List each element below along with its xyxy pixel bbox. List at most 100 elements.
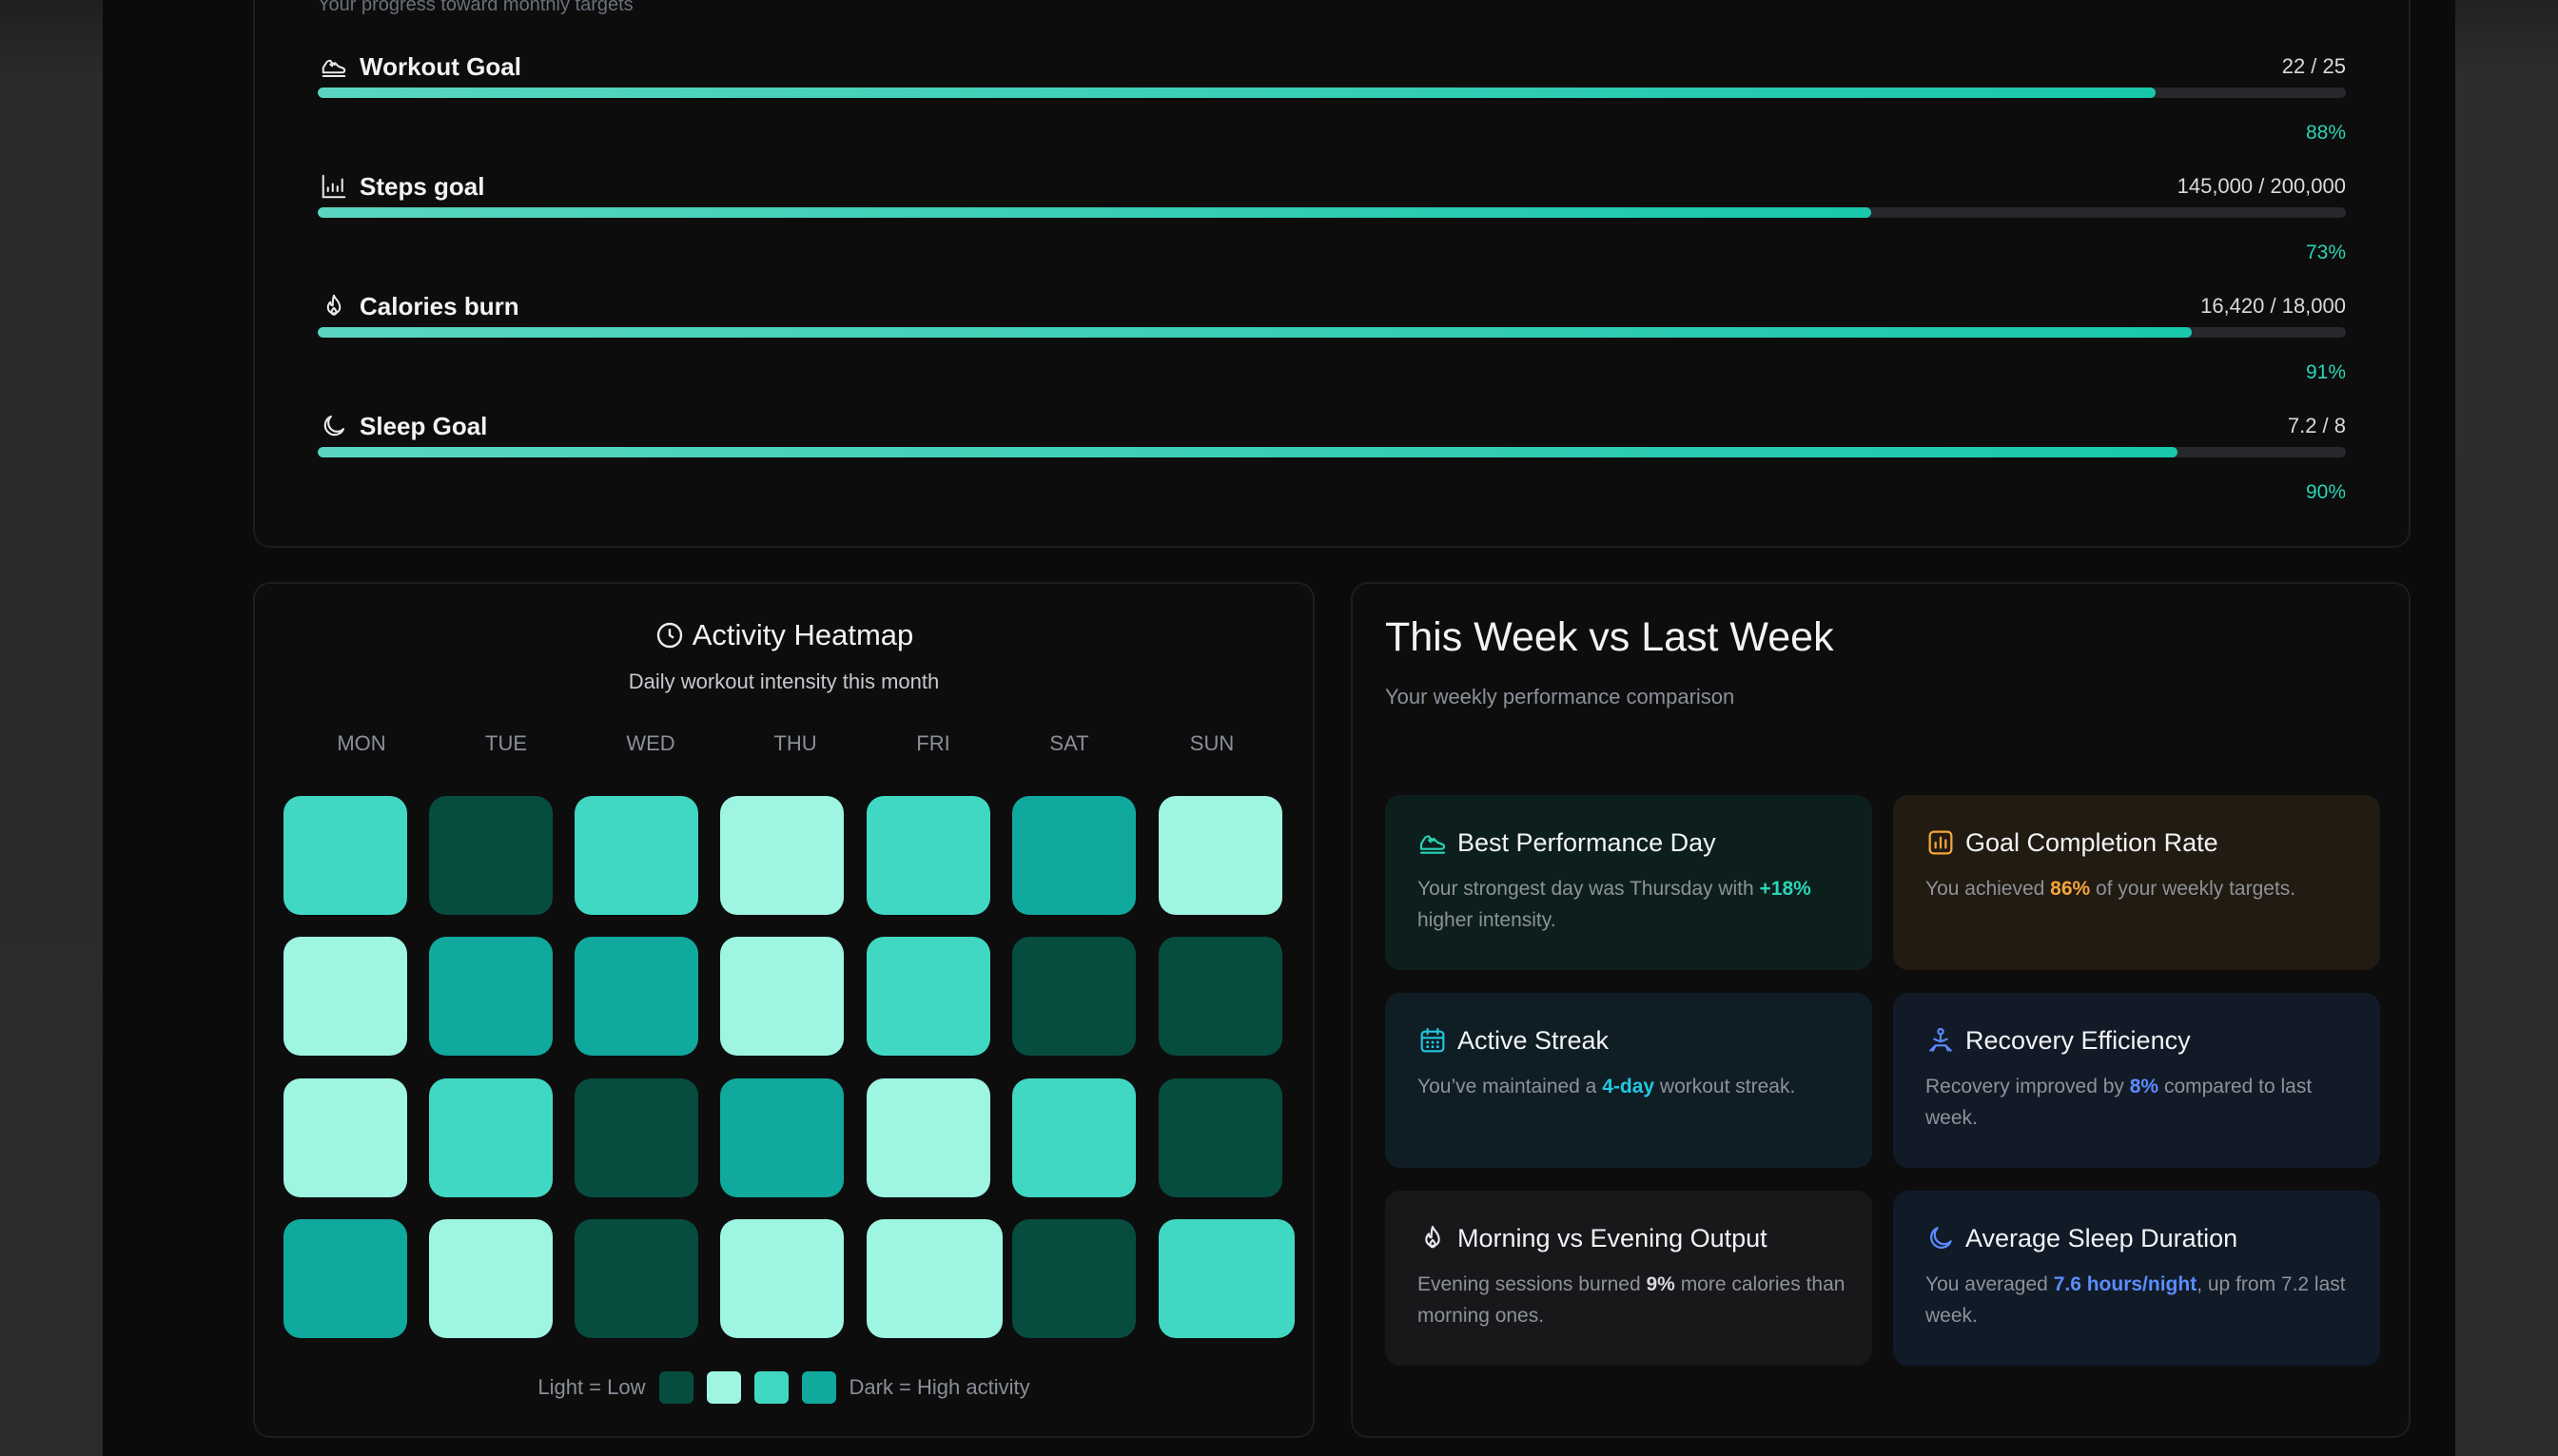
heatmap-title-row: Activity Heatmap xyxy=(255,618,1313,652)
moon-icon xyxy=(318,410,350,442)
tile-text-pre: Recovery improved by xyxy=(1925,1076,2130,1097)
week-comparison-card: This Week vs Last Week Your weekly perfo… xyxy=(1351,582,2411,1438)
tile-text-pre: You’ve maintained a xyxy=(1417,1076,1603,1097)
goal-row: Steps goal 145,000 / 200,000 73% xyxy=(318,169,2346,289)
goal-percent: 88% xyxy=(2305,122,2346,144)
insight-tile[interactable]: Average Sleep Duration You averaged 7.6 … xyxy=(1893,1191,2380,1366)
heatmap-cell[interactable] xyxy=(283,1219,407,1338)
goal-percent: 90% xyxy=(2305,481,2346,503)
heatmap-cell[interactable] xyxy=(720,1078,844,1197)
insight-tile[interactable]: Recovery Efficiency Recovery improved by… xyxy=(1893,993,2380,1168)
bar-chart-icon xyxy=(1925,827,1956,858)
shoe-icon xyxy=(318,50,350,83)
insight-tile[interactable]: Best Performance Day Your strongest day … xyxy=(1385,795,1872,970)
tile-description: Evening sessions burned 9% more calories… xyxy=(1417,1269,1845,1331)
tile-highlight: 7.6 hours/night xyxy=(2053,1273,2197,1295)
heatmap-cell[interactable] xyxy=(575,1078,698,1197)
heatmap-cell[interactable] xyxy=(867,1078,990,1197)
heatmap-cell[interactable] xyxy=(1012,937,1136,1056)
goal-value: 145,000 / 200,000 xyxy=(2177,174,2346,198)
legend-swatch xyxy=(801,1371,836,1404)
calendar-icon xyxy=(1417,1025,1448,1056)
heatmap-cell[interactable] xyxy=(1159,937,1282,1056)
tile-text-post: of your weekly targets. xyxy=(2090,878,2296,900)
heatmap-cell[interactable] xyxy=(429,1078,553,1197)
heatmap-cell[interactable] xyxy=(1159,1078,1282,1197)
goals-subtitle: Your progress toward monthly targets xyxy=(318,0,634,15)
goal-header: Sleep Goal 7.2 / 8 xyxy=(318,409,2346,443)
heatmap-cell[interactable] xyxy=(575,796,698,915)
flame-icon xyxy=(1417,1223,1448,1253)
heatmap-cell[interactable] xyxy=(429,796,553,915)
flame-icon xyxy=(318,290,350,322)
heatmap-cell[interactable] xyxy=(1159,1219,1295,1338)
insight-tile[interactable]: Goal Completion Rate You achieved 86% of… xyxy=(1893,795,2380,970)
tile-header: Recovery Efficiency xyxy=(1925,1025,2191,1056)
heatmap-day-labels: MON TUE WED THU FRI SAT SUN xyxy=(283,731,1301,760)
legend-swatch xyxy=(706,1371,741,1404)
heatmap-day-label: SAT xyxy=(1049,731,1089,755)
heatmap-cell[interactable] xyxy=(575,937,698,1056)
heatmap-cell[interactable] xyxy=(575,1219,698,1338)
goal-progress-track xyxy=(318,87,2346,98)
comparison-subtitle: Your weekly performance comparison xyxy=(1385,685,1735,709)
heatmap-cell[interactable] xyxy=(867,796,990,915)
heatmap-day-label: FRI xyxy=(916,731,950,755)
heatmap-cell[interactable] xyxy=(867,937,990,1056)
goal-progress-fill xyxy=(318,207,1872,218)
goal-progress-track xyxy=(318,207,2346,218)
tile-highlight: +18% xyxy=(1759,878,1811,900)
heatmap-cell[interactable] xyxy=(283,937,407,1056)
heatmap-cell[interactable] xyxy=(720,1219,844,1338)
tile-title: Recovery Efficiency xyxy=(1965,1025,2191,1055)
tile-description: You’ve maintained a 4-day workout streak… xyxy=(1417,1071,1845,1102)
heatmap-cell[interactable] xyxy=(1012,796,1136,915)
tile-highlight: 4-day xyxy=(1602,1076,1655,1097)
heatmap-cell[interactable] xyxy=(720,937,844,1056)
goal-header: Calories burn 16,420 / 18,000 xyxy=(318,289,2346,323)
tile-title: Average Sleep Duration xyxy=(1965,1223,2238,1252)
insight-tile[interactable]: Morning vs Evening Output Evening sessio… xyxy=(1385,1191,1872,1366)
legend-low-label: Light = Low xyxy=(537,1375,646,1399)
goal-percent: 73% xyxy=(2305,242,2346,263)
heatmap-day-label: WED xyxy=(626,731,675,755)
heatmap-cell[interactable] xyxy=(429,937,553,1056)
tile-text-pre: You achieved xyxy=(1925,878,2051,900)
comparison-title: This Week vs Last Week xyxy=(1385,614,1834,660)
heatmap-cell[interactable] xyxy=(429,1219,553,1338)
heatmap-cell[interactable] xyxy=(720,796,844,915)
goal-value: 7.2 / 8 xyxy=(2287,414,2346,437)
goal-progress-fill xyxy=(318,447,2178,457)
tile-text-pre: Your strongest day was Thursday with xyxy=(1417,878,1760,900)
tile-header: Average Sleep Duration xyxy=(1925,1223,2237,1253)
tile-title: Goal Completion Rate xyxy=(1965,827,2218,857)
heatmap-cell[interactable] xyxy=(1012,1078,1136,1197)
heatmap-cell[interactable] xyxy=(283,796,407,915)
tile-text-post: higher intensity. xyxy=(1417,909,1556,931)
tile-title: Active Streak xyxy=(1457,1025,1610,1055)
goal-label: Calories burn xyxy=(360,291,519,320)
heatmap-cell[interactable] xyxy=(283,1078,407,1197)
goal-row: Sleep Goal 7.2 / 8 90% xyxy=(318,409,2346,529)
insight-tile[interactable]: Active Streak You’ve maintained a 4-day … xyxy=(1385,993,1872,1168)
goal-progress-track xyxy=(318,447,2346,457)
tile-highlight: 9% xyxy=(1646,1273,1675,1295)
meditation-icon xyxy=(1925,1025,1956,1056)
heatmap-cell[interactable] xyxy=(1159,796,1282,915)
legend-high-label: Dark = High activity xyxy=(849,1375,1030,1399)
tile-description: Recovery improved by 8% compared to last… xyxy=(1925,1071,2353,1134)
goal-label: Sleep Goal xyxy=(360,411,488,440)
tile-title: Morning vs Evening Output xyxy=(1457,1223,1767,1252)
tile-highlight: 8% xyxy=(2129,1076,2159,1097)
legend-swatch xyxy=(658,1371,693,1404)
tile-header: Morning vs Evening Output xyxy=(1417,1223,1767,1253)
tile-description: You averaged 7.6 hours/night, up from 7.… xyxy=(1925,1269,2353,1331)
heatmap-cell[interactable] xyxy=(867,1219,1003,1338)
heatmap-cell[interactable] xyxy=(1012,1219,1136,1338)
shoe-icon xyxy=(1417,827,1448,858)
activity-heatmap-card: Activity Heatmap Daily workout intensity… xyxy=(253,582,1315,1438)
tile-description: Your strongest day was Thursday with +18… xyxy=(1417,873,1845,936)
heatmap-subtitle: Daily workout intensity this month xyxy=(628,670,940,693)
tile-header: Best Performance Day xyxy=(1417,827,1716,858)
heatmap-day-label: SUN xyxy=(1189,731,1235,755)
